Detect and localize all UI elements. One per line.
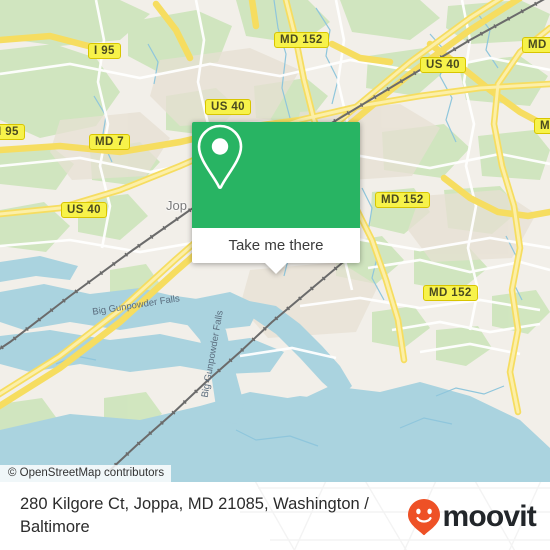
map-canvas[interactable]: Big Gunpowder Falls Big Gunpowder Falls …	[0, 0, 550, 482]
road-shield-md152-lower: MD 152	[423, 285, 478, 301]
moovit-wordmark: moovit	[442, 500, 536, 533]
road-shield-us40-left: US 40	[61, 202, 107, 218]
moovit-logo[interactable]: moovit	[407, 498, 537, 536]
footer-bar: 280 Kilgore Ct, Joppa, MD 21085, Washing…	[0, 482, 550, 550]
road-shield-md7: MD 7	[89, 134, 131, 150]
popup-header	[192, 122, 360, 228]
road-shield-md152-mid: MD 152	[375, 192, 430, 208]
road-shield-md-right: MD	[534, 118, 550, 134]
location-popup[interactable]: Take me there	[192, 122, 360, 274]
moovit-smiley-pin-icon	[408, 499, 441, 536]
take-me-there-button[interactable]: Take me there	[192, 228, 360, 263]
take-me-there-label: Take me there	[228, 237, 324, 254]
place-label-joppa: Jop	[166, 198, 187, 213]
road-shield-i95-left: I 95	[0, 124, 25, 140]
location-pin-icon	[197, 124, 243, 189]
moovit-map-page: Big Gunpowder Falls Big Gunpowder Falls …	[0, 0, 550, 550]
road-shield-i95-upper: I 95	[88, 43, 121, 59]
road-shield-md152-top: MD 152	[274, 32, 329, 48]
road-shield-md2-right: MD 2	[522, 37, 550, 53]
popup-tail	[265, 263, 287, 274]
road-shield-us40-upper-left: US 40	[205, 99, 251, 115]
road-shield-us40-top: US 40	[420, 57, 466, 73]
osm-attribution[interactable]: © OpenStreetMap contributors	[0, 465, 172, 482]
address-text: 280 Kilgore Ct, Joppa, MD 21085, Washing…	[20, 495, 369, 536]
